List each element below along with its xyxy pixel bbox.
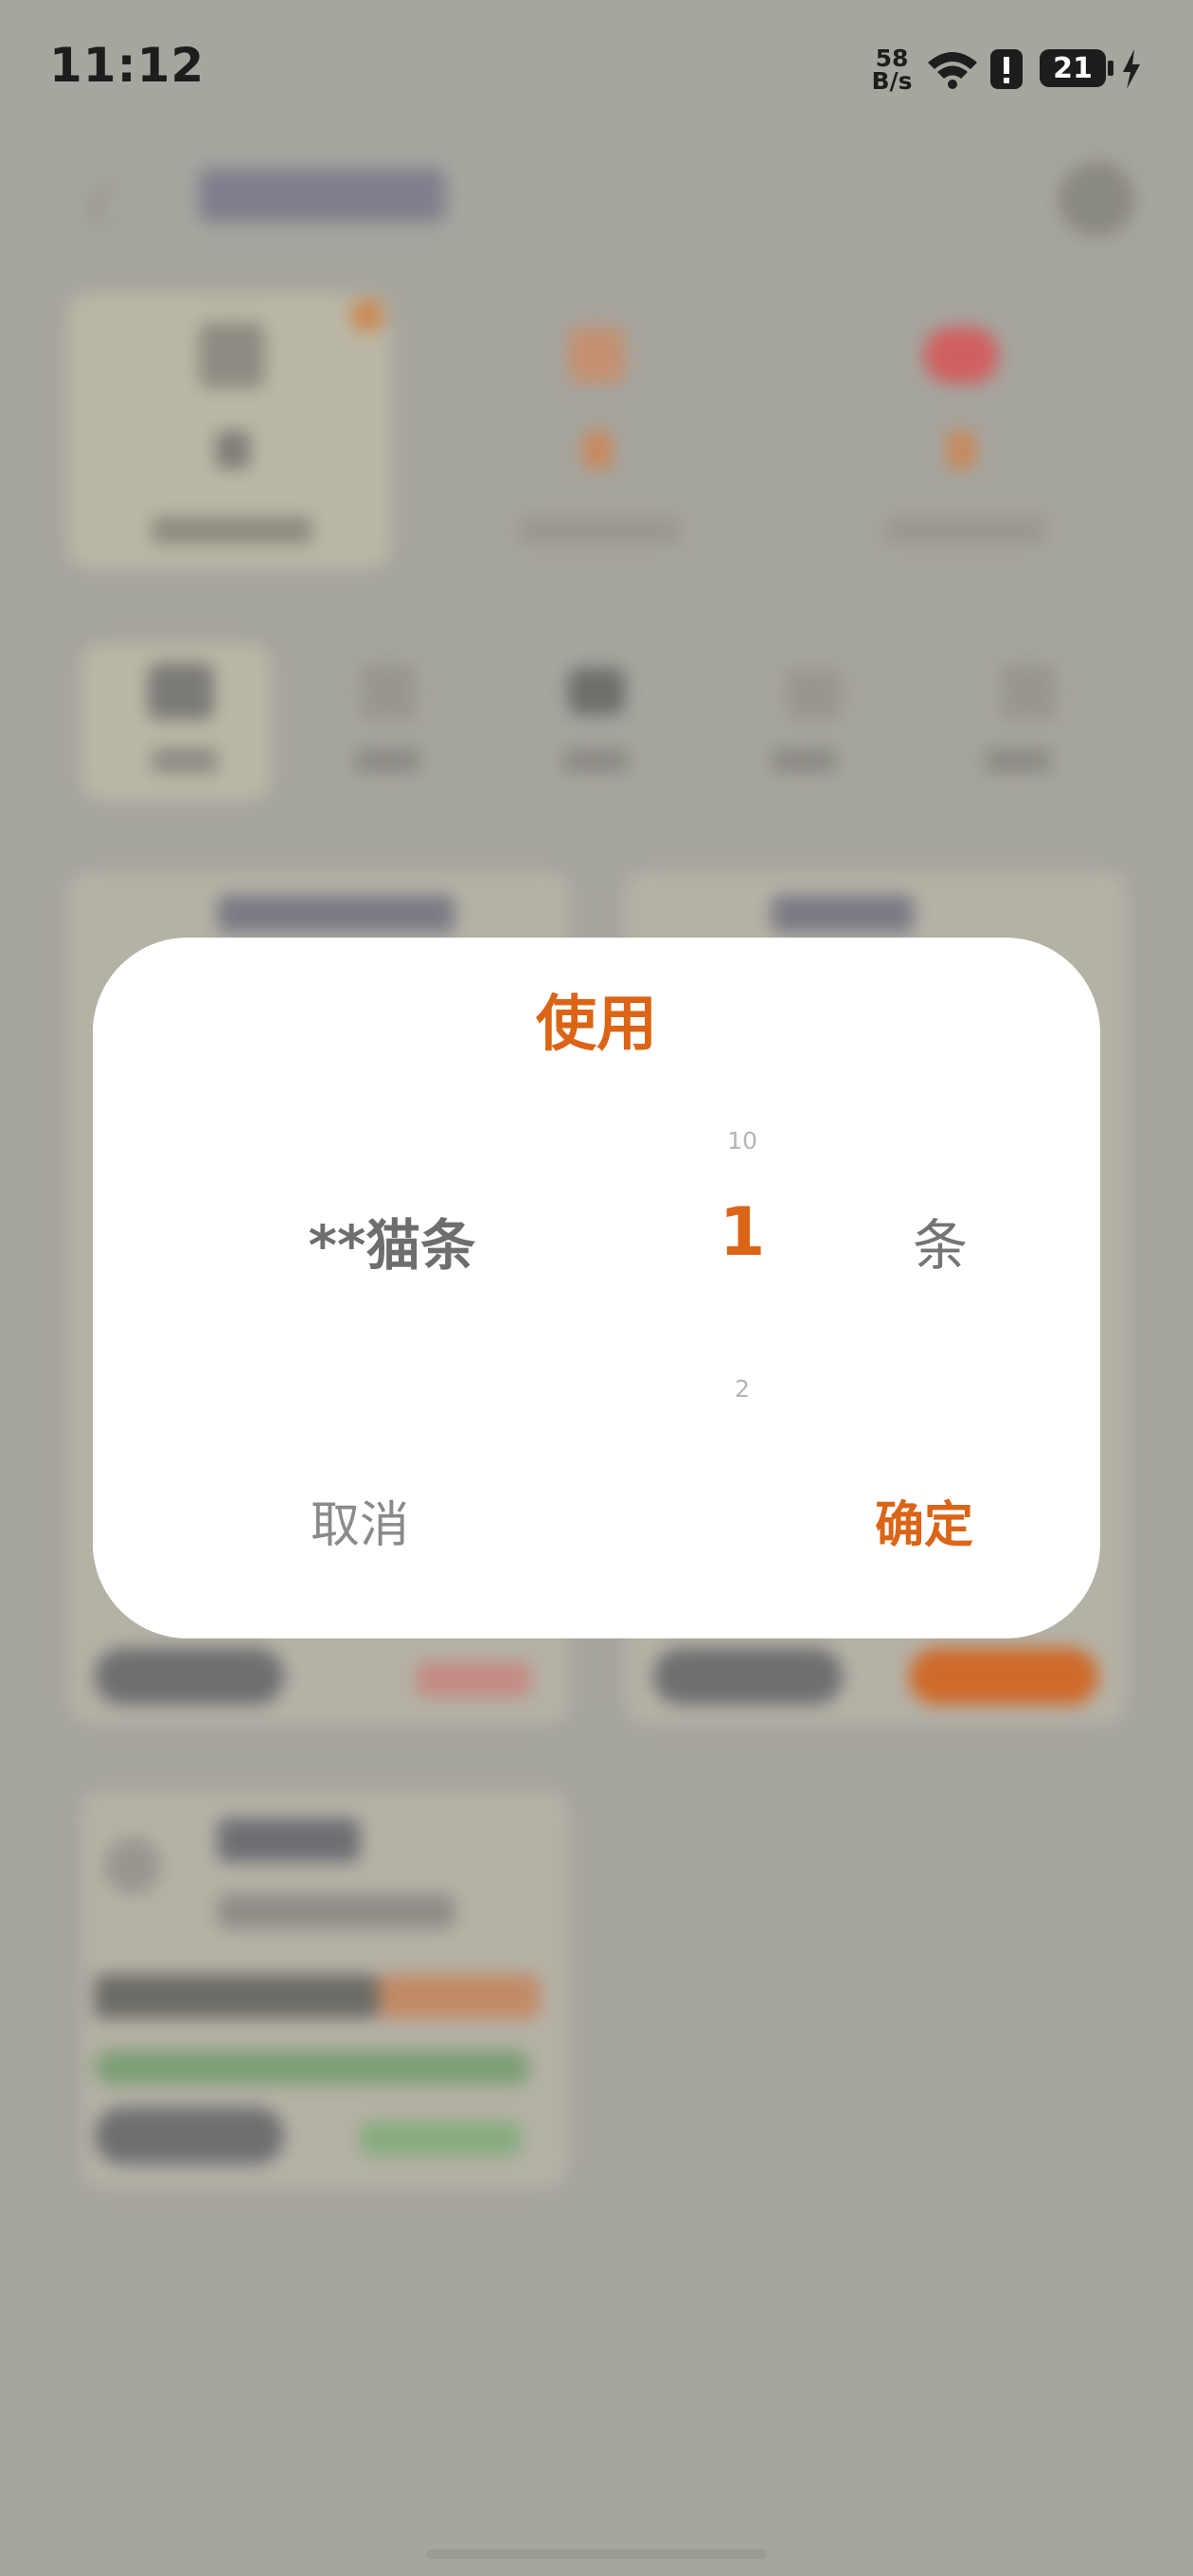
cancel-button[interactable]: 取消: [218, 1485, 502, 1556]
category-label: [354, 748, 420, 773]
lower-card-tag: [95, 1975, 379, 2018]
category-label: [562, 748, 629, 773]
confirm-button[interactable]: 确定: [782, 1485, 1066, 1556]
network-speed: 58 B/s: [871, 46, 913, 95]
charging-icon: [1123, 49, 1140, 89]
category-label: [771, 748, 837, 773]
network-speed-unit: B/s: [871, 67, 913, 95]
battery-tip: [1108, 61, 1113, 76]
battery-level: 21: [1053, 52, 1093, 85]
product-name: [218, 895, 454, 933]
lower-card-title: [218, 1818, 360, 1862]
status-time: 11:12: [49, 38, 205, 93]
category-icon: [148, 663, 214, 720]
category-label: [985, 748, 1051, 773]
back-icon: [86, 179, 134, 226]
item-name: **猫条: [308, 1213, 476, 1278]
lower-card-icon: [104, 1837, 161, 1894]
product-name: [772, 895, 914, 933]
stat-icon: [568, 327, 625, 384]
quantity-unit: 条: [912, 1213, 968, 1278]
gesture-bar[interactable]: [426, 2549, 767, 2559]
category-label: [151, 748, 218, 773]
alert-icon: [990, 49, 1023, 89]
lower-card-status: [360, 2121, 521, 2156]
wifi-icon: [928, 52, 977, 89]
stat-value: [947, 431, 975, 469]
stat-icon: [199, 322, 265, 388]
page-title-placeholder: [199, 169, 445, 222]
product-button: [653, 1648, 843, 1705]
stat-label: [884, 516, 1045, 545]
stat-label: [519, 516, 680, 545]
stat-value: [583, 431, 612, 469]
lower-card-subtitle: [218, 1894, 454, 1928]
category-icon: [568, 668, 625, 715]
lower-card-button: [95, 2107, 284, 2164]
header-avatar: [1059, 161, 1134, 237]
stat-value: [216, 431, 250, 469]
lower-card-tag-accent: [379, 1975, 540, 2018]
lower-card-progress: [95, 2050, 530, 2084]
stat-label: [151, 516, 312, 545]
status-bar: 11:12 58 B/s 21: [0, 0, 1193, 133]
quantity-option-next[interactable]: 2: [619, 1375, 865, 1403]
product-button: [95, 1648, 284, 1705]
product-buy-button: [909, 1648, 1098, 1705]
quantity-option-previous[interactable]: 10: [619, 1127, 865, 1154]
battery-icon: 21: [1040, 49, 1106, 87]
category-icon: [786, 668, 843, 720]
category-icon: [360, 663, 417, 720]
use-item-dialog: 使用 **猫条 10 1 2 条 取消 确定: [93, 938, 1100, 1638]
stat-icon: [923, 327, 999, 384]
stat-badge: [350, 298, 384, 332]
dialog-title: 使用: [536, 990, 657, 1060]
product-price: [417, 1662, 530, 1696]
category-icon: [1000, 663, 1057, 720]
